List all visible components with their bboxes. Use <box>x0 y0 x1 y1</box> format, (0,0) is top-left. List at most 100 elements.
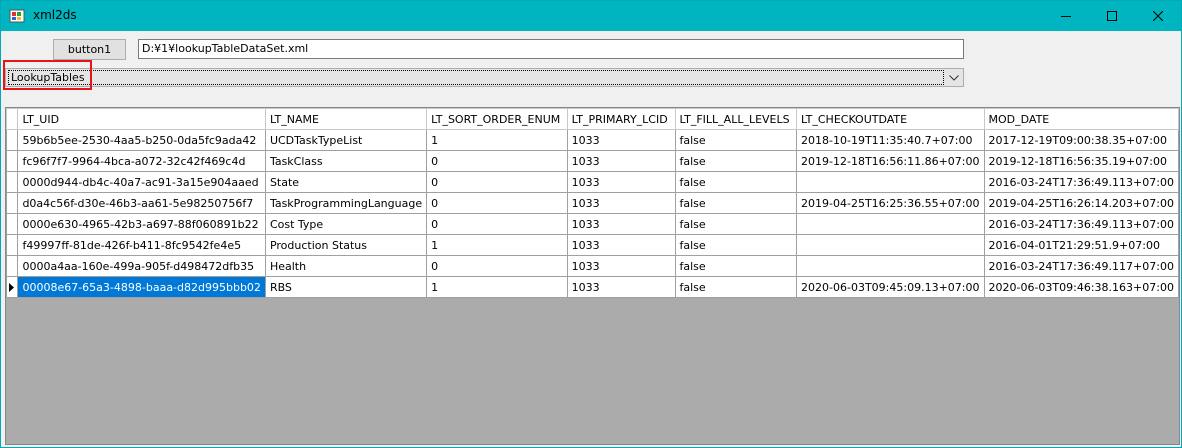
table-cell[interactable]: 2019-12-18T16:56:11.86+07:00 <box>796 150 985 172</box>
table-cell[interactable]: 0000e630-4965-42b3-a697-88f060891b22 <box>17 213 266 235</box>
table-cell[interactable]: fc96f7f7-9964-4bca-a072-32c42f469c4d <box>17 150 266 172</box>
row-header[interactable] <box>5 150 19 172</box>
column-header[interactable]: LT_NAME <box>264 108 428 130</box>
table-cell[interactable]: 2016-03-24T17:36:49.113+07:00 <box>983 171 1179 193</box>
button1[interactable]: button1 <box>53 39 126 60</box>
table-cell[interactable]: 0000d944-db4c-40a7-ac91-3a15e904aaed <box>17 171 266 193</box>
table-cell[interactable]: 0000a4aa-160e-499a-905f-d498472dfb35 <box>17 255 266 277</box>
close-button[interactable] <box>1135 1 1181 31</box>
column-header[interactable]: LT_CHECKOUTDATE <box>796 108 985 130</box>
table-cell[interactable]: 2019-04-25T16:25:36.55+07:00 <box>796 192 985 214</box>
table-cell[interactable]: d0a4c56f-d30e-46b3-aa61-5e98250756f7 <box>17 192 266 214</box>
table-cell[interactable]: 1 <box>426 276 568 298</box>
row-header[interactable] <box>5 171 19 193</box>
table-cell[interactable] <box>796 255 985 277</box>
table-cell[interactable]: false <box>674 255 798 277</box>
table-cell[interactable] <box>796 213 985 235</box>
row-header[interactable] <box>5 213 19 235</box>
table-cell[interactable]: 2017-12-19T09:00:38.35+07:00 <box>983 129 1179 151</box>
table-cell[interactable]: 0 <box>426 192 568 214</box>
table-row[interactable]: f49997ff-81de-426f-b411-8fc9542fe4e5 Prod… <box>5 234 1179 256</box>
table-cell[interactable]: TaskProgrammingLanguage <box>264 192 428 214</box>
table-cell[interactable]: 2019-04-25T16:26:14.203+07:00 <box>983 192 1179 214</box>
table-cell[interactable]: f49997ff-81de-426f-b411-8fc9542fe4e5 <box>17 234 266 256</box>
table-cell[interactable]: 2020-06-03T09:45:09.13+07:00 <box>796 276 985 298</box>
table-row[interactable]: d0a4c56f-d30e-46b3-aa61-5e98250756f7 Task… <box>5 192 1179 214</box>
table-cell[interactable]: 1033 <box>566 234 676 256</box>
combo-selected-value: LookupTables <box>8 70 944 85</box>
table-cell[interactable]: 2016-03-24T17:36:49.113+07:00 <box>983 213 1179 235</box>
table-cell[interactable]: 0 <box>426 171 568 193</box>
app-window: xml2ds button1 D:¥1¥lookupTableDataSet.x… <box>0 0 1182 448</box>
table-cell[interactable]: 1033 <box>566 150 676 172</box>
table-row[interactable]: fc96f7f7-9964-4bca-a072-32c42f469c4d Task… <box>5 150 1179 172</box>
current-row-arrow-icon <box>8 282 17 292</box>
path-input[interactable]: D:¥1¥lookupTableDataSet.xml <box>138 39 964 59</box>
table-cell[interactable]: false <box>674 276 798 298</box>
table-cell[interactable]: false <box>674 213 798 235</box>
row-header[interactable] <box>5 255 19 277</box>
table-cell[interactable]: TaskClass <box>264 150 428 172</box>
table-row[interactable]: 00008e67-65a3-4898-baaa-d82d995bbb02 RBS 1… <box>5 276 1179 298</box>
column-header[interactable]: LT_UID <box>17 108 266 130</box>
column-header[interactable]: LT_FILL_ALL_LEVELS <box>674 108 798 130</box>
table-cell[interactable]: 1033 <box>566 129 676 151</box>
grid-table: LT_UID LT_NAME LT_SORT_ORDER_ENUM LT_PRI… <box>5 108 1179 298</box>
table-cell[interactable]: false <box>674 171 798 193</box>
table-cell[interactable]: Production Status <box>264 234 428 256</box>
table-cell[interactable]: 00008e67-65a3-4898-baaa-d82d995bbb02 <box>17 276 266 298</box>
table-cell[interactable]: false <box>674 192 798 214</box>
table-cell[interactable]: Cost Type <box>264 213 428 235</box>
table-cell[interactable]: 2018-10-19T11:35:40.7+07:00 <box>796 129 985 151</box>
column-header[interactable]: LT_PRIMARY_LCID <box>566 108 676 130</box>
client-area: button1 D:¥1¥lookupTableDataSet.xml Look… <box>1 31 1181 447</box>
window-title: xml2ds <box>33 8 77 22</box>
table-cell[interactable] <box>796 171 985 193</box>
table-cell[interactable]: 2016-04-01T21:29:51.9+07:00 <box>983 234 1179 256</box>
maximize-icon <box>1107 11 1117 21</box>
table-cell[interactable]: 2020-06-03T09:46:38.163+07:00 <box>983 276 1179 298</box>
table-cell[interactable]: 0 <box>426 150 568 172</box>
table-cell[interactable]: RBS <box>264 276 428 298</box>
table-cell[interactable]: 59b6b5ee-2530-4aa5-b250-0da5fc9ada42 <box>17 129 266 151</box>
title-bar[interactable]: xml2ds <box>1 1 1181 31</box>
minimize-button[interactable] <box>1043 1 1089 31</box>
table-cell[interactable]: 1033 <box>566 255 676 277</box>
minimize-icon <box>1061 16 1071 17</box>
column-header[interactable]: MOD_DATE <box>983 108 1179 130</box>
table-cell[interactable]: Health <box>264 255 428 277</box>
table-cell[interactable]: false <box>674 150 798 172</box>
table-cell[interactable] <box>796 234 985 256</box>
table-cell[interactable]: 1 <box>426 129 568 151</box>
table-cell[interactable]: 0 <box>426 255 568 277</box>
row-header[interactable] <box>5 234 19 256</box>
row-header[interactable] <box>5 192 19 214</box>
data-grid[interactable]: LT_UID LT_NAME LT_SORT_ORDER_ENUM LT_PRI… <box>5 107 1180 445</box>
table-row[interactable]: 0000d944-db4c-40a7-ac91-3a15e904aaed Stat… <box>5 171 1179 193</box>
combo-dropdown-button[interactable] <box>945 69 963 86</box>
table-cell[interactable]: 1033 <box>566 171 676 193</box>
table-cell[interactable]: 1033 <box>566 213 676 235</box>
table-row[interactable]: 59b6b5ee-2530-4aa5-b250-0da5fc9ada42 UCDT… <box>5 129 1179 151</box>
row-header[interactable] <box>5 129 19 151</box>
table-cell[interactable]: UCDTaskTypeList <box>264 129 428 151</box>
table-cell[interactable]: 1 <box>426 234 568 256</box>
table-cell[interactable]: 2019-12-18T16:56:35.19+07:00 <box>983 150 1179 172</box>
table-cell[interactable]: false <box>674 234 798 256</box>
maximize-button[interactable] <box>1089 1 1135 31</box>
chevron-down-icon <box>949 74 959 81</box>
table-cell[interactable]: 0 <box>426 213 568 235</box>
grid-header-row: LT_UID LT_NAME LT_SORT_ORDER_ENUM LT_PRI… <box>5 108 1179 130</box>
app-icon <box>9 8 25 24</box>
row-header[interactable] <box>5 276 19 298</box>
table-cell[interactable]: false <box>674 129 798 151</box>
table-select-combo[interactable]: LookupTables <box>5 68 964 87</box>
table-row[interactable]: 0000e630-4965-42b3-a697-88f060891b22 Cost… <box>5 213 1179 235</box>
table-cell[interactable]: State <box>264 171 428 193</box>
table-cell[interactable]: 2016-03-24T17:36:49.117+07:00 <box>983 255 1179 277</box>
row-header-corner[interactable] <box>5 108 19 130</box>
column-header[interactable]: LT_SORT_ORDER_ENUM <box>426 108 568 130</box>
table-cell[interactable]: 1033 <box>566 276 676 298</box>
table-row[interactable]: 0000a4aa-160e-499a-905f-d498472dfb35 Heal… <box>5 255 1179 277</box>
table-cell[interactable]: 1033 <box>566 192 676 214</box>
